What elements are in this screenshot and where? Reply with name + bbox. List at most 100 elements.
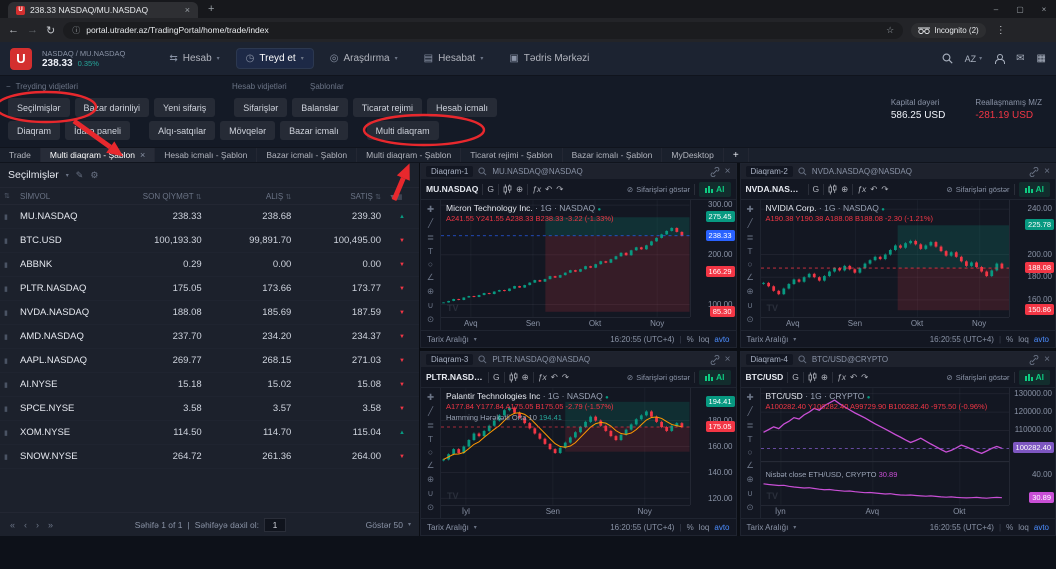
log-scale-button[interactable]: loq — [699, 335, 710, 344]
auto-scale-button[interactable]: avto — [714, 335, 729, 344]
redo-icon[interactable]: ↷ — [562, 372, 569, 383]
instrument-name[interactable]: Micron Technology Inc. — [446, 203, 533, 213]
undo-icon[interactable]: ↶ — [870, 184, 877, 195]
widget-button-ticarət-rejimi[interactable]: Ticarət rejimi — [353, 98, 422, 117]
lock-icon[interactable]: ⊙ — [427, 502, 434, 513]
percent-scale-button[interactable]: % — [687, 335, 694, 344]
shapes-icon[interactable]: ○ — [747, 447, 752, 457]
show-orders-button[interactable]: ⊘Sifarişləri göstər — [946, 373, 1009, 382]
buy-button[interactable]: Al — [699, 370, 731, 385]
watchlist-row[interactable]: ▮AI.NYSE15.1815.0215.08▼ — [0, 373, 419, 397]
site-info-icon[interactable]: ⓘ — [72, 25, 80, 36]
column-last[interactable]: SON QİYMƏT ⇅ — [120, 192, 210, 201]
magnet-icon[interactable]: ∪ — [747, 488, 753, 499]
sort-icon[interactable]: ⇅ — [4, 192, 20, 200]
chevron-down-icon[interactable]: ▾ — [66, 172, 69, 179]
browser-menu-icon[interactable]: ⋮ — [996, 25, 1006, 36]
candle-style-icon[interactable] — [503, 184, 512, 195]
next-page-icon[interactable]: › — [34, 520, 41, 530]
magnet-icon[interactable]: ∪ — [427, 300, 433, 311]
search-icon[interactable] — [942, 53, 953, 64]
compare-icon[interactable]: ⊕ — [841, 184, 848, 195]
crosshair-icon[interactable]: ✚ — [427, 392, 434, 403]
zoom-icon[interactable]: ⊕ — [746, 286, 753, 297]
interval-button[interactable]: G — [493, 372, 500, 382]
price-axis[interactable]: 194.41180.00175.05160.00140.00120.00 — [690, 388, 736, 505]
close-tab-icon[interactable]: × — [140, 150, 145, 160]
edit-list-icon[interactable]: ✎ — [76, 170, 84, 181]
log-scale-button[interactable]: loq — [1018, 523, 1029, 532]
watchlist-row[interactable]: ▮XOM.NYSE114.50114.70115.04▲ — [0, 421, 419, 445]
undo-icon[interactable]: ↶ — [850, 372, 857, 383]
watchlist-row[interactable]: ▮SNOW.NYSE264.72261.36264.00▼ — [0, 445, 419, 469]
link-widget-icon[interactable] — [1029, 355, 1039, 365]
crosshair-icon[interactable]: ✚ — [427, 204, 434, 215]
watchlist-row[interactable]: ▮SPCE.NYSE3.583.573.58▼ — [0, 397, 419, 421]
sort-icon[interactable]: ⇅ — [285, 194, 291, 201]
price-axis[interactable]: 130000.00120000.00110000.00100282.4040.0… — [1009, 388, 1055, 505]
magnet-icon[interactable]: ∪ — [427, 488, 433, 499]
new-workspace-tab-button[interactable]: + — [724, 148, 749, 162]
widget-button-i-darə-paneli[interactable]: İdarə paneli — [65, 121, 130, 140]
clock-label[interactable]: 16:20:55 (UTC+4) — [930, 523, 994, 532]
watchlist-row[interactable]: ▮MU.NASDAQ238.33238.68239.30▲ — [0, 205, 419, 229]
new-browser-tab-button[interactable]: + — [208, 3, 214, 15]
auto-scale-button[interactable]: avto — [1034, 523, 1049, 532]
instrument-name[interactable]: NVIDIA Corp. — [766, 203, 817, 213]
show-orders-button[interactable]: ⊘Sifarişləri göstər — [627, 185, 690, 194]
settings-gear-icon[interactable]: ⚙ — [90, 170, 98, 181]
workspace-tab[interactable]: Multi diaqram - Şablon× — [41, 148, 155, 162]
panel-symbol[interactable]: PLTR.NASDAQ@NASDAQ — [492, 355, 590, 364]
lock-icon[interactable]: ⊙ — [746, 502, 753, 513]
fib-icon[interactable]: ≣ — [427, 420, 434, 431]
link-widget-icon[interactable] — [1029, 167, 1039, 177]
clock-label[interactable]: 16:20:55 (UTC+4) — [610, 523, 674, 532]
workspace-tab[interactable]: Trade — [0, 148, 41, 162]
indicators-icon[interactable]: ƒx — [837, 372, 846, 382]
text-icon[interactable]: T — [747, 246, 752, 256]
chart-plot-area[interactable]: NVIDIA Corp. · 1G · NASDAQ ● A190.38 Y19… — [761, 200, 1056, 330]
date-range-button[interactable]: Tarix Aralığı — [427, 523, 469, 532]
last-page-icon[interactable]: » — [46, 520, 55, 530]
page-number-input[interactable] — [264, 518, 286, 532]
forward-icon[interactable]: → — [27, 24, 38, 36]
interval-button[interactable]: G — [487, 184, 494, 194]
window-close-icon[interactable]: × — [1032, 5, 1056, 14]
workspace-tab[interactable]: MyDesktop — [662, 148, 724, 162]
measure-icon[interactable]: ∠ — [746, 272, 754, 283]
date-range-button[interactable]: Tarix Aralığı — [747, 335, 789, 344]
time-axis[interactable]: İylSenNoy — [441, 505, 690, 518]
redo-icon[interactable]: ↷ — [556, 184, 563, 195]
widget-button-sifarişlər[interactable]: Sifarişlər — [234, 98, 287, 117]
reload-icon[interactable]: ↻ — [46, 24, 55, 37]
filter-icon[interactable]: ▼ — [389, 194, 396, 201]
text-icon[interactable]: T — [747, 434, 752, 444]
undo-icon[interactable]: ↶ — [545, 184, 552, 195]
buy-button[interactable]: Al — [1019, 370, 1051, 385]
redo-icon[interactable]: ↷ — [861, 372, 868, 383]
close-panel-icon[interactable]: × — [1044, 354, 1050, 365]
log-scale-button[interactable]: loq — [1018, 335, 1029, 344]
prev-page-icon[interactable]: ‹ — [22, 520, 29, 530]
back-icon[interactable]: ← — [8, 24, 19, 36]
watchlist-row[interactable]: ▮PLTR.NASDAQ175.05173.66173.77▼ — [0, 277, 419, 301]
watchlist-row[interactable]: ▮BTC.USD100,193.3099,891.70100,495.00▼ — [0, 229, 419, 253]
crosshair-icon[interactable]: ✚ — [746, 204, 753, 215]
watchlist-selector[interactable]: Seçilmişlər — [8, 169, 59, 181]
percent-scale-button[interactable]: % — [1006, 335, 1013, 344]
shapes-icon[interactable]: ○ — [747, 259, 752, 269]
columns-icon[interactable]: ▦ — [396, 194, 403, 201]
zoom-icon[interactable]: ⊕ — [427, 474, 434, 485]
date-range-button[interactable]: Tarix Aralığı — [427, 335, 469, 344]
language-selector[interactable]: AZ▾ — [965, 54, 983, 64]
minimize-icon[interactable]: – — [984, 5, 1008, 14]
close-panel-icon[interactable]: × — [725, 166, 731, 177]
column-ask[interactable]: SATIŞ ⇅ — [299, 192, 389, 201]
compare-icon[interactable]: ⊕ — [522, 372, 529, 383]
browser-tab[interactable]: U 238.33 NASDAQ/MU.NASDAQ × — [8, 2, 198, 18]
fib-icon[interactable]: ≣ — [427, 232, 434, 243]
date-range-button[interactable]: Tarix Aralığı — [747, 523, 789, 532]
chart-plot-area[interactable]: Palantir Technologies Inc · 1G · NASDAQ … — [441, 388, 736, 518]
show-orders-button[interactable]: ⊘Sifarişləri göstər — [946, 185, 1009, 194]
symbol-search-icon[interactable] — [798, 167, 807, 176]
